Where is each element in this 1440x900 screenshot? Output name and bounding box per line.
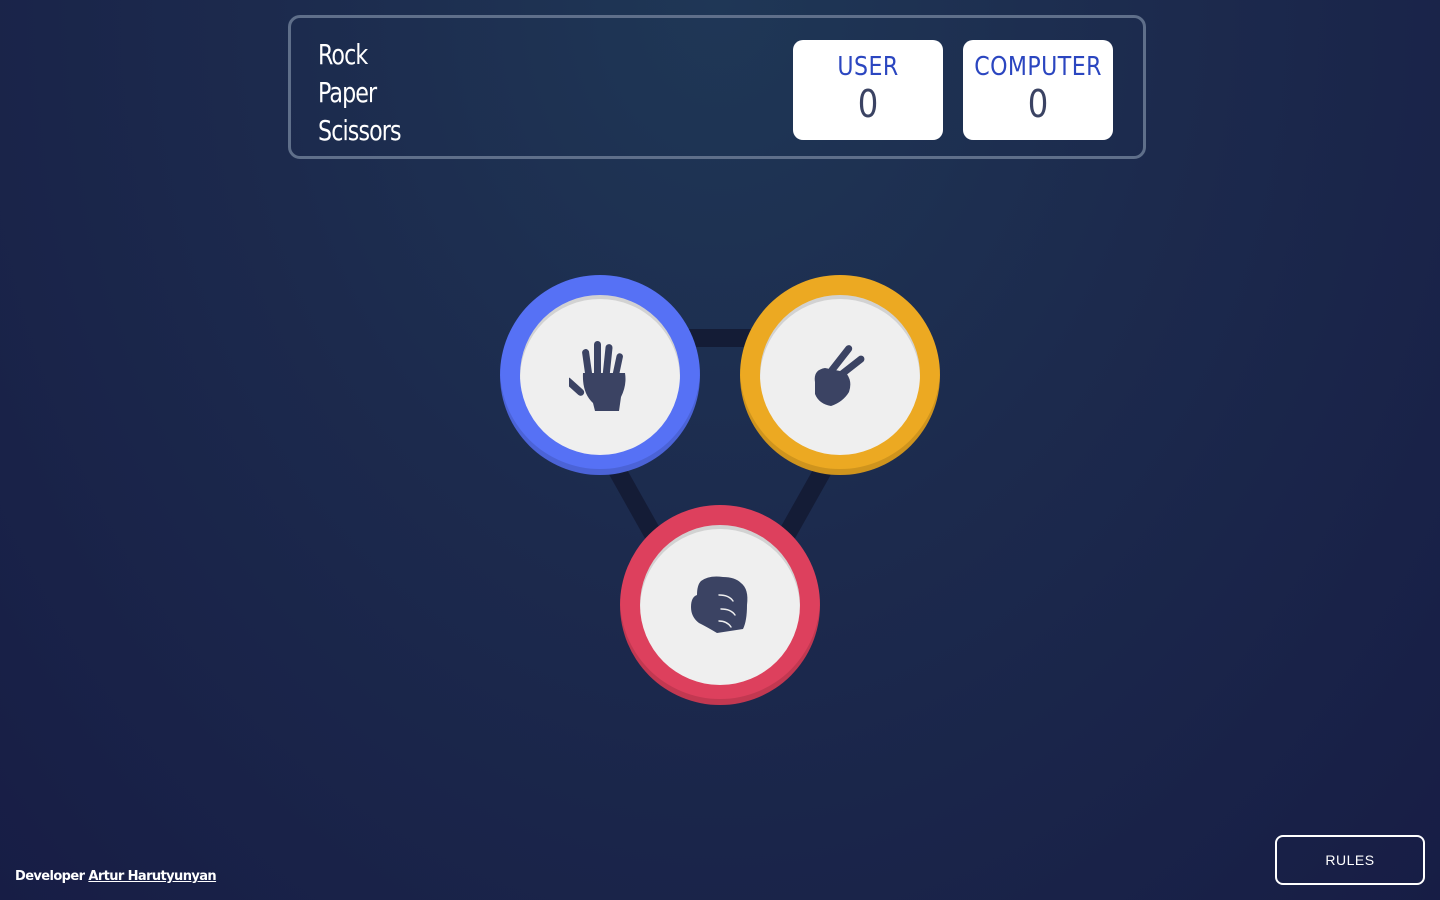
developer-prefix: Developer bbox=[15, 869, 85, 884]
developer-name-link[interactable]: Artur Harutyunyan bbox=[88, 869, 216, 884]
paper-choice-button[interactable] bbox=[500, 275, 700, 475]
rules-button[interactable]: RULES bbox=[1275, 835, 1425, 885]
game-board bbox=[0, 0, 1440, 900]
triangle-connector bbox=[592, 329, 848, 605]
scissors-hand-icon bbox=[809, 342, 871, 408]
developer-credit: Developer Artur Harutyunyan bbox=[15, 869, 217, 884]
paper-choice-inner bbox=[520, 295, 680, 455]
scissors-choice-button[interactable] bbox=[740, 275, 940, 475]
rock-choice-inner bbox=[640, 525, 800, 685]
rock-choice-button[interactable] bbox=[620, 505, 820, 705]
rock-fist-icon bbox=[689, 575, 751, 635]
paper-hand-icon bbox=[569, 339, 631, 411]
scissors-choice-inner bbox=[760, 295, 920, 455]
